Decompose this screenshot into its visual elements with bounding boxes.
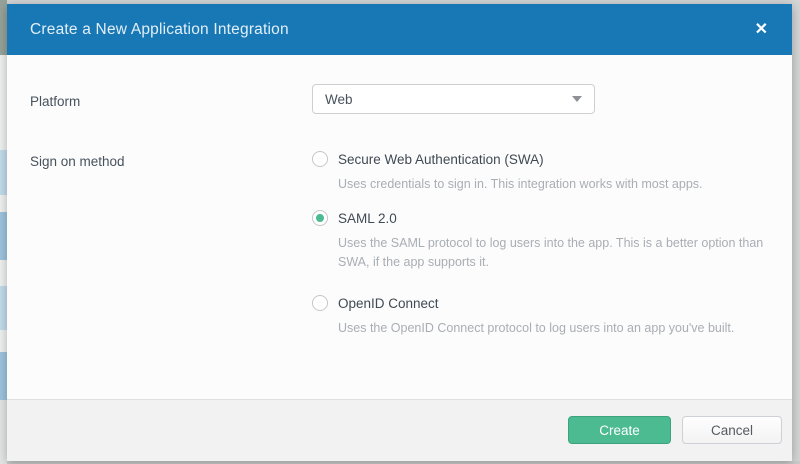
background-fragment	[0, 352, 7, 400]
platform-select-value: Web	[325, 91, 353, 107]
sign-on-method-label: Sign on method	[30, 154, 125, 169]
radio-option-swa[interactable]: Secure Web Authentication (SWA)	[312, 151, 703, 167]
radio-label: OpenID Connect	[338, 295, 439, 311]
dialog-title: Create a New Application Integration	[30, 20, 289, 38]
sign-on-option-oidc: OpenID Connect Uses the OpenID Connect p…	[312, 295, 734, 338]
radio-option-saml[interactable]: SAML 2.0	[312, 210, 792, 226]
background-fragment	[0, 400, 7, 464]
radio-description: Uses credentials to sign in. This integr…	[338, 177, 703, 191]
radio-button-oidc[interactable]	[312, 295, 328, 311]
background-fragment	[0, 286, 7, 330]
sign-on-option-swa: Secure Web Authentication (SWA) Uses cre…	[312, 151, 703, 194]
close-icon[interactable]: ✕	[749, 18, 774, 42]
platform-select[interactable]: Web	[312, 84, 595, 114]
cancel-button[interactable]: Cancel	[682, 416, 782, 444]
dialog-header: Create a New Application Integration ✕	[7, 4, 792, 55]
chevron-down-icon	[572, 96, 582, 102]
radio-label: SAML 2.0	[338, 210, 397, 226]
sign-on-option-saml: SAML 2.0 Uses the SAML protocol to log u…	[312, 210, 792, 272]
platform-label: Platform	[30, 94, 81, 109]
radio-description: Uses the SAML protocol to log users into…	[338, 236, 764, 269]
dialog-body: Platform Web Sign on method Secure Web A…	[7, 55, 792, 399]
radio-label: Secure Web Authentication (SWA)	[338, 151, 544, 167]
background-fragment	[0, 212, 7, 260]
radio-button-saml[interactable]	[312, 210, 328, 226]
radio-option-oidc[interactable]: OpenID Connect	[312, 295, 734, 311]
background-page-right-strip	[791, 0, 800, 464]
dialog-footer: Create Cancel	[7, 399, 792, 461]
create-button[interactable]: Create	[568, 416, 671, 444]
create-app-integration-dialog: Create a New Application Integration ✕ P…	[7, 4, 792, 461]
background-fragment	[0, 150, 7, 195]
radio-button-swa[interactable]	[312, 151, 328, 167]
background-fragment	[0, 0, 7, 55]
radio-description: Uses the OpenID Connect protocol to log …	[338, 321, 735, 335]
